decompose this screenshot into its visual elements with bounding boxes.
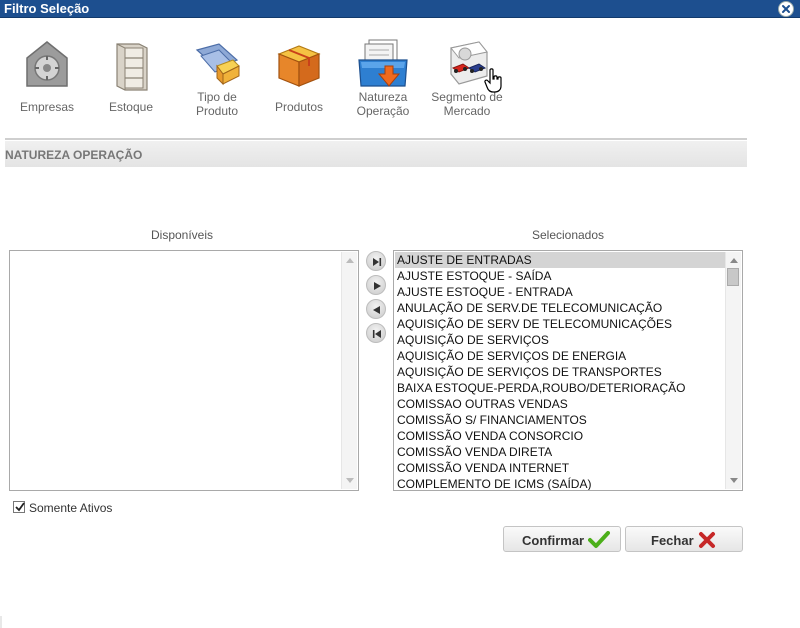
selected-list-item[interactable]: AQUISIÇÃO DE SERV DE TELECOMUNICAÇÕES [395, 316, 725, 332]
selected-list-header: Selecionados [531, 228, 605, 242]
toolbar-item-label: Natureza Operação [356, 90, 410, 118]
close-button[interactable]: Fechar [625, 526, 743, 552]
scroll-thumb[interactable] [727, 268, 739, 286]
selected-list-item[interactable]: COMISSAO OUTRAS VENDAS [395, 396, 725, 412]
toolbar-item-label: Estoque [108, 100, 154, 114]
scroll-down-icon[interactable] [730, 478, 738, 483]
toolbar-item-natureza-operacao[interactable]: Natureza Operação [345, 36, 421, 118]
selected-list-scrollbar[interactable] [725, 252, 741, 489]
scroll-down-icon[interactable] [346, 478, 354, 483]
available-list-header: Disponíveis [150, 228, 214, 242]
selected-items: AJUSTE DE ENTRADAS AJUSTE ESTOQUE - SAÍDA… [395, 252, 725, 490]
selected-list-item[interactable]: AJUSTE ESTOQUE - ENTRADA [395, 284, 725, 300]
section-divider [5, 138, 747, 140]
selected-list-item[interactable]: COMISSÃO VENDA INTERNET [395, 460, 725, 476]
somente-ativos-label: Somente Ativos [29, 501, 113, 515]
available-items [11, 252, 341, 489]
move-all-left-button[interactable] [366, 323, 386, 343]
selected-list-item[interactable]: AQUISIÇÃO DE SERVIÇOS DE TRANSPORTES [395, 364, 725, 380]
toolbar-item-produtos[interactable]: Produtos [261, 36, 337, 114]
documents-tray-icon [358, 39, 408, 87]
selected-list[interactable]: AJUSTE DE ENTRADAS AJUSTE ESTOQUE - SAÍDA… [393, 250, 743, 491]
move-all-right-button[interactable] [366, 251, 386, 271]
toolbar-item-label: Segmento de Mercado [431, 90, 503, 118]
toolbar-item-empresas[interactable]: Empresas [9, 36, 85, 114]
selected-list-item[interactable]: COMISSÃO VENDA CONSORCIO [395, 428, 725, 444]
selected-list-item[interactable]: COMISSÃO VENDA DIRETA [395, 444, 725, 460]
hand-cursor-icon [484, 68, 502, 93]
safe-icon [26, 41, 68, 87]
shelf-icon [116, 43, 148, 91]
toolbar-item-tipo-de-produto[interactable]: Tipo de Produto [179, 36, 255, 118]
selected-list-item[interactable]: AQUISIÇÃO DE SERVIÇOS [395, 332, 725, 348]
confirm-button-label: Confirmar [522, 533, 585, 548]
selected-list-item[interactable]: AJUSTE ESTOQUE - SAÍDA [395, 268, 725, 284]
somente-ativos-checkbox[interactable] [13, 501, 25, 513]
window-title: Filtro Seleção [4, 1, 90, 16]
toolbar-item-label: Tipo de Produto [195, 90, 239, 118]
move-right-button[interactable] [366, 275, 386, 295]
scroll-up-icon[interactable] [346, 258, 354, 263]
selected-list-item[interactable]: BAIXA ESTOQUE-PERDA,ROUBO/DETERIORAÇÃO [395, 380, 725, 396]
toolbar-item-label: Produtos [274, 100, 324, 114]
folder-box-icon [195, 43, 240, 86]
toolbar-item-estoque[interactable]: Estoque [93, 36, 169, 114]
close-icon[interactable] [778, 1, 794, 17]
selected-list-item[interactable]: AJUSTE DE ENTRADAS [395, 252, 725, 268]
toolbar-item-label: Empresas [19, 100, 75, 114]
checkmark-icon [15, 502, 25, 512]
confirm-button[interactable]: Confirmar [503, 526, 621, 552]
move-left-button[interactable] [366, 299, 386, 319]
scroll-up-icon[interactable] [730, 258, 738, 263]
available-list[interactable] [9, 250, 359, 491]
window-titlebar: Filtro Seleção [0, 0, 800, 18]
selected-list-item[interactable]: ANULAÇÃO DE SERV.DE TELECOMUNICAÇÃO [395, 300, 725, 316]
section-title: NATUREZA OPERAÇÃO [5, 148, 143, 162]
arrow-right-icon [374, 282, 381, 290]
window-edge [0, 616, 2, 628]
move-all-left-icon [372, 330, 381, 338]
section-header: NATUREZA OPERAÇÃO [5, 141, 747, 167]
selected-list-item[interactable]: AQUISIÇÃO DE SERVIÇOS DE ENERGIA [395, 348, 725, 364]
move-all-right-icon [373, 258, 382, 266]
package-icon [277, 45, 321, 87]
arrow-left-icon [373, 306, 380, 314]
x-icon [699, 532, 715, 548]
available-list-scrollbar[interactable] [341, 252, 357, 489]
filter-toolbar: Empresas Estoque Tipo de Produto Produto… [0, 36, 520, 126]
selected-list-item[interactable]: COMPLEMENTO DE ICMS (SAÍDA) [395, 476, 725, 490]
close-button-label: Fechar [651, 533, 694, 548]
selected-list-item[interactable]: COMISSÃO S/ FINANCIAMENTOS [395, 412, 725, 428]
checkmark-icon [588, 531, 610, 548]
